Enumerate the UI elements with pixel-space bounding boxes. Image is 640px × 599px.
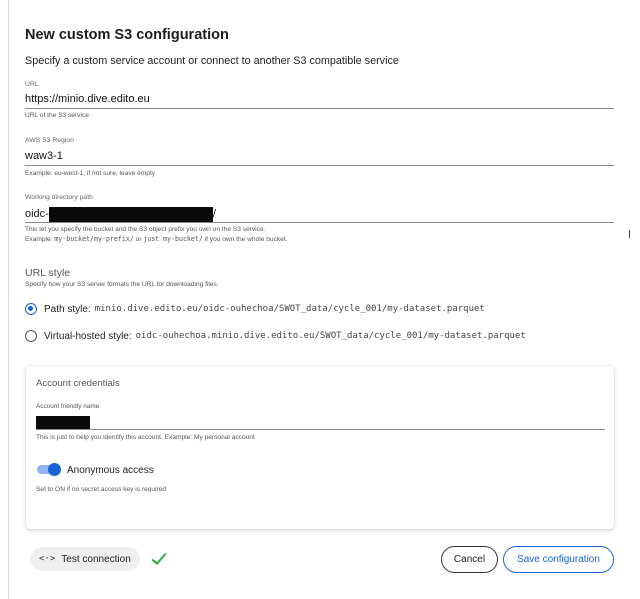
anonymous-access-toggle[interactable] (36, 463, 61, 476)
region-helper: Example: eu-west-1, if not sure, leave e… (25, 170, 156, 177)
workdir-suffix: / (212, 208, 216, 220)
workdir-label: Working directory path (25, 194, 93, 201)
helper-text: if you own the whole bucket. (202, 235, 288, 243)
url-label: URL (25, 81, 39, 88)
radio-virtual-hosted-style[interactable]: Virtual-hosted style: oidc-ouhechoa.mini… (25, 329, 526, 343)
dialog-subtitle: Specify a custom service account or conn… (25, 55, 399, 67)
anonymous-access-helper: Set to ON if no secret access key is req… (36, 486, 167, 493)
redacted-block (36, 415, 90, 430)
redacted-block (48, 206, 213, 222)
friendly-name-underline (36, 429, 605, 430)
workdir-input[interactable]: oidc- / (25, 206, 216, 222)
test-connection-button[interactable]: <·> Test connection (30, 547, 140, 571)
check-icon (151, 552, 167, 565)
workdir-prefix: oidc- (25, 208, 49, 220)
friendly-name-label: Account friendly name (36, 403, 100, 410)
url-style-title: URL style (25, 267, 71, 279)
s3-config-dialog: New custom S3 configuration Specify a cu… (10, 10, 628, 592)
workdir-helper-line2: Example: my-bucket/my-prefix/ or just my… (25, 235, 287, 245)
friendly-name-helper: This is just to help you identify this a… (36, 434, 255, 441)
helper-code: my-bucket/my-prefix/ (54, 234, 134, 243)
credentials-title: Account credentials (36, 378, 120, 389)
region-underline (25, 165, 614, 166)
url-input[interactable]: https://minio.dive.edito.eu (25, 93, 150, 107)
helper-text: or (133, 235, 144, 243)
radio-path-style[interactable]: Path style: minio.dive.edito.eu/oidc-ouh… (25, 302, 485, 316)
radio-label: Virtual-hosted style: (44, 330, 132, 342)
test-connection-label: Test connection (61, 553, 131, 565)
radio-example: oidc-ouhechoa.minio.dive.edito.eu/SWOT_d… (135, 331, 526, 341)
workdir-helper: Example: This let you specify the bucket… (25, 225, 287, 244)
workdir-helper-line1-text: This let you specify the bucket and the … (25, 226, 266, 233)
helper-code: just my-bucket/ (143, 234, 203, 243)
window-edge (8, 0, 9, 599)
cancel-button[interactable]: Cancel (441, 546, 498, 573)
region-input[interactable]: waw3-1 (25, 150, 63, 164)
save-configuration-button[interactable]: Save configuration (503, 546, 614, 573)
helper-text: Example: (25, 235, 55, 243)
region-label: AWS S3 Region (25, 137, 74, 144)
dialog-title: New custom S3 configuration (25, 27, 229, 43)
radio-example: minio.dive.edito.eu/oidc-ouhechoa/SWOT_d… (94, 304, 485, 314)
radio-unchecked-icon[interactable] (25, 330, 37, 342)
url-style-subtitle: Specify how your S3 server formats the U… (25, 281, 219, 288)
account-credentials-card: Account credentials Account friendly nam… (26, 366, 614, 529)
radio-checked-icon[interactable] (25, 303, 37, 315)
url-underline (25, 108, 614, 109)
code-icon: <·> (39, 554, 56, 564)
scrollbar-edge (629, 230, 630, 238)
url-helper: URL of the S3 service (25, 112, 89, 119)
workdir-underline (25, 222, 614, 223)
anonymous-access-label: Anonymous access (67, 465, 154, 476)
radio-label: Path style: (44, 303, 91, 315)
toggle-knob (48, 463, 61, 476)
